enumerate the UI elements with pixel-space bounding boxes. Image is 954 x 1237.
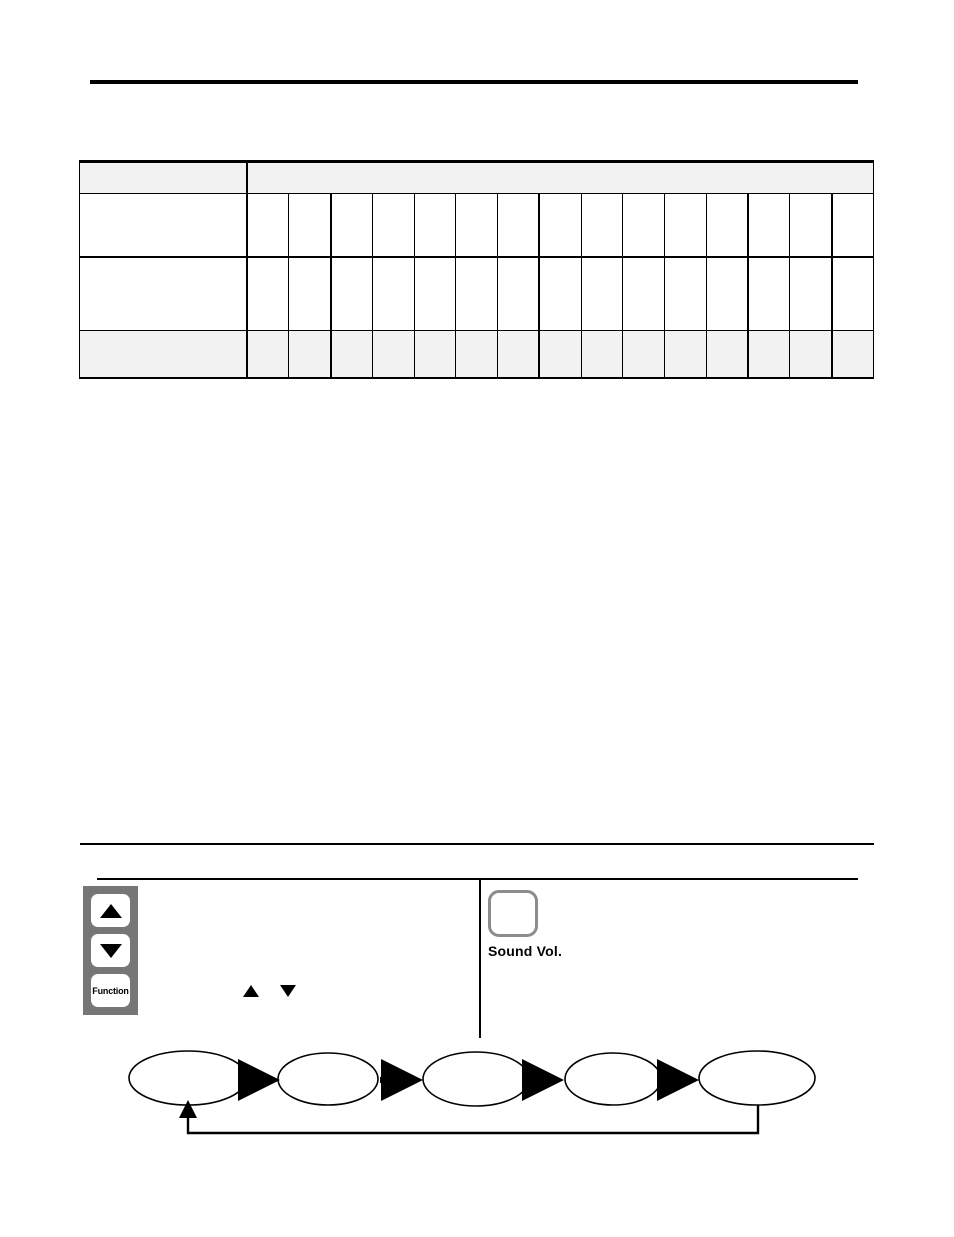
flow-node-2[interactable] (277, 1052, 379, 1106)
table-cell (622, 330, 666, 379)
table-cell (455, 193, 499, 258)
row-label-cell (79, 256, 248, 331)
sound-vol-key-illustration: Sound Vol. (488, 890, 562, 959)
flow-node-5[interactable] (698, 1050, 816, 1106)
table-cell (705, 330, 749, 379)
table-cell (371, 193, 415, 258)
spec-table (79, 160, 874, 379)
spec-table-container (79, 160, 874, 379)
flow-node-1[interactable] (128, 1050, 248, 1106)
down-button[interactable] (91, 934, 130, 967)
section-rule-upper (80, 843, 874, 845)
function-button-label: Function (92, 985, 129, 996)
table-cell (830, 256, 874, 331)
table-row (79, 256, 874, 331)
table-cell (664, 256, 707, 331)
control-panel: Function (83, 886, 138, 1015)
table-cell (246, 256, 290, 331)
rounded-square-key-icon[interactable] (488, 890, 538, 937)
table-cell (371, 330, 415, 379)
table-cell (830, 193, 874, 258)
table-cell (789, 256, 833, 331)
table-cell (580, 256, 624, 331)
triangle-up-icon (99, 903, 122, 918)
page-root: Function Sound Vol. (0, 0, 954, 1237)
table-cell (789, 193, 833, 258)
row-label-cell (79, 193, 248, 258)
table-cell (288, 330, 332, 379)
table-row (79, 330, 874, 379)
table-cell (455, 330, 499, 379)
table-cell (413, 193, 457, 258)
function-button[interactable]: Function (91, 974, 130, 1007)
table-cell (664, 330, 707, 379)
table-cell (830, 330, 874, 379)
table-cell (580, 193, 624, 258)
table-cell (413, 256, 457, 331)
table-cell (329, 256, 373, 331)
table-cell (246, 330, 290, 379)
table-cell (705, 256, 749, 331)
table-cell (789, 330, 833, 379)
table-cell (538, 330, 582, 379)
table-cell (747, 330, 791, 379)
table-cell (371, 256, 415, 331)
table-cell (329, 193, 373, 258)
table-cell (497, 193, 540, 258)
table-cell (538, 256, 582, 331)
table-header-row (79, 161, 874, 194)
table-cell (329, 330, 373, 379)
table-cell (705, 193, 749, 258)
flow-diagram-svg (128, 1050, 816, 1135)
triangle-up-icon (243, 985, 259, 997)
table-cell (580, 330, 624, 379)
table-cell (455, 256, 499, 331)
vertical-divider (479, 880, 481, 1038)
top-horizontal-rule (90, 80, 858, 84)
table-header-span-cell (246, 161, 874, 194)
table-cell (288, 193, 332, 258)
table-cell (246, 193, 290, 258)
triangle-down-icon (99, 943, 122, 958)
table-cell (538, 193, 582, 258)
inline-triangle-symbols (243, 982, 303, 1002)
flow-node-3[interactable] (422, 1051, 530, 1107)
sound-vol-label: Sound Vol. (488, 943, 563, 959)
flow-diagram (110, 1030, 850, 1160)
up-button[interactable] (91, 894, 130, 927)
section-rule-lower (97, 878, 858, 880)
table-cell (747, 193, 791, 258)
table-header-label-cell (79, 161, 248, 194)
table-cell (622, 256, 666, 331)
flow-arrow-loopback-path (186, 1105, 760, 1135)
table-row (79, 193, 874, 258)
table-cell (413, 330, 457, 379)
table-cell (664, 193, 707, 258)
row-label-cell (79, 330, 248, 379)
table-cell (288, 256, 332, 331)
triangle-down-icon (280, 985, 296, 997)
table-cell (497, 256, 540, 331)
table-cell (497, 330, 540, 379)
table-cell (622, 193, 666, 258)
table-cell (747, 256, 791, 331)
flow-node-4[interactable] (564, 1052, 662, 1106)
